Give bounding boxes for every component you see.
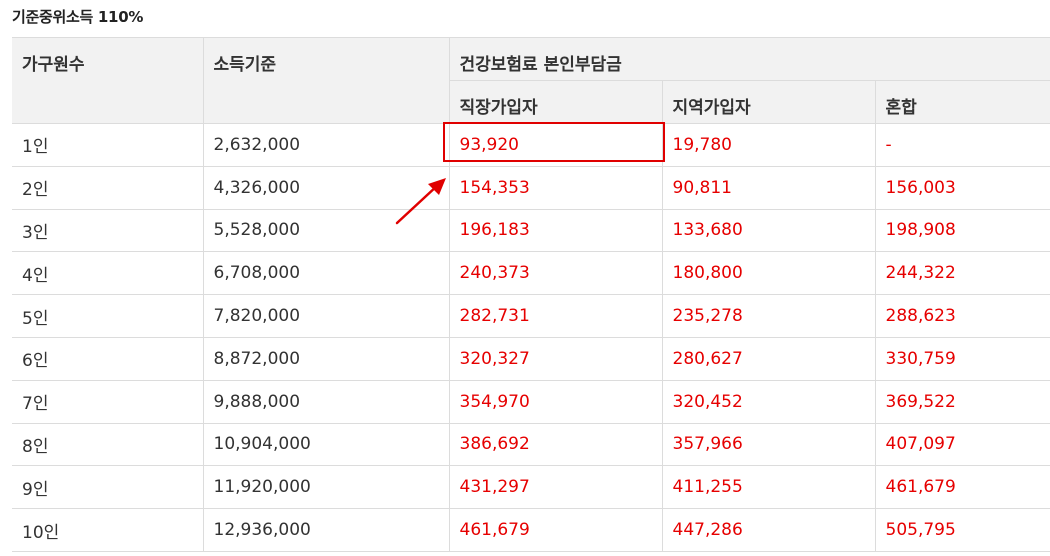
cell-employee: 240,373 [448,251,663,296]
header-row-1: 가구원수 소득기준 건강보험료 본인부담금 [12,37,1050,124]
cell-employee: 386,692 [448,422,663,467]
cell-household: 6인 [12,336,204,381]
cell-regional: 411,255 [661,465,876,510]
cell-household: 5인 [12,294,204,338]
cell-mixed: 198,908 [874,208,1050,253]
cell-employee: 93,920 [448,123,663,167]
header-mixed: 혼합 [874,80,1050,124]
cell-income: 8,872,000 [202,336,450,381]
cell-regional: 133,680 [661,208,876,253]
cell-employee: 320,327 [448,336,663,381]
arrow-up-right-icon [395,178,446,225]
header-regional: 지역가입자 [661,80,876,124]
cell-employee: 431,297 [448,465,663,510]
cell-employee: 282,731 [448,294,663,338]
table-row: 10인 12,936,000 461,679 447,286 505,795 [12,508,1050,552]
cell-regional: 90,811 [661,165,876,210]
cell-income: 11,920,000 [202,465,450,510]
cell-regional: 357,966 [661,422,876,467]
cell-income: 2,632,000 [202,123,450,167]
cell-mixed: 244,322 [874,251,1050,296]
cell-regional: 320,452 [661,379,876,424]
table-row: 1인 2,632,000 93,920 19,780 - [12,123,1050,167]
cell-regional: 235,278 [661,294,876,338]
table-caption: 기준중위소득 110% [12,8,144,26]
table-row: 9인 11,920,000 431,297 411,255 461,679 [12,465,1050,510]
cell-household: 7인 [12,379,204,424]
cell-income: 12,936,000 [202,508,450,552]
cell-income: 7,820,000 [202,294,450,338]
cell-income: 10,904,000 [202,422,450,467]
cell-income: 6,708,000 [202,251,450,296]
cell-income: 9,888,000 [202,379,450,424]
cell-mixed: 288,623 [874,294,1050,338]
header-premium-group: 건강보험료 본인부담금 [448,37,1050,81]
cell-regional: 19,780 [661,123,876,167]
table-row: 2인 4,326,000 154,353 90,811 156,003 [12,165,1050,210]
cell-regional: 180,800 [661,251,876,296]
cell-mixed: 156,003 [874,165,1050,210]
income-premium-table: 가구원수 소득기준 건강보험료 본인부담금 직장가입자 지역가입자 혼합 1인 … [12,37,1050,552]
cell-regional: 280,627 [661,336,876,381]
cell-household: 9인 [12,465,204,510]
cell-mixed: 407,097 [874,422,1050,467]
cell-mixed: - [874,123,1050,167]
cell-regional: 447,286 [661,508,876,552]
cell-employee: 354,970 [448,379,663,424]
table-row: 5인 7,820,000 282,731 235,278 288,623 [12,294,1050,338]
table-row: 4인 6,708,000 240,373 180,800 244,322 [12,251,1050,296]
cell-employee: 154,353 [448,165,663,210]
table-row: 3인 5,528,000 196,183 133,680 198,908 [12,208,1050,253]
cell-household: 10인 [12,508,204,552]
cell-household: 2인 [12,165,204,210]
table-row: 6인 8,872,000 320,327 280,627 330,759 [12,336,1050,381]
table-row: 7인 9,888,000 354,970 320,452 369,522 [12,379,1050,424]
cell-mixed: 369,522 [874,379,1050,424]
cell-household: 1인 [12,123,204,167]
cell-employee: 196,183 [448,208,663,253]
header-employee: 직장가입자 [449,80,663,124]
cell-household: 3인 [12,208,204,253]
cell-mixed: 505,795 [874,508,1050,552]
cell-employee: 461,679 [448,508,663,552]
cell-household: 4인 [12,251,204,296]
cell-mixed: 330,759 [874,336,1050,381]
cell-household: 8인 [12,422,204,467]
header-household: 가구원수 [12,37,204,124]
header-income: 소득기준 [202,37,450,124]
cell-mixed: 461,679 [874,465,1050,510]
table-row: 8인 10,904,000 386,692 357,966 407,097 [12,422,1050,467]
